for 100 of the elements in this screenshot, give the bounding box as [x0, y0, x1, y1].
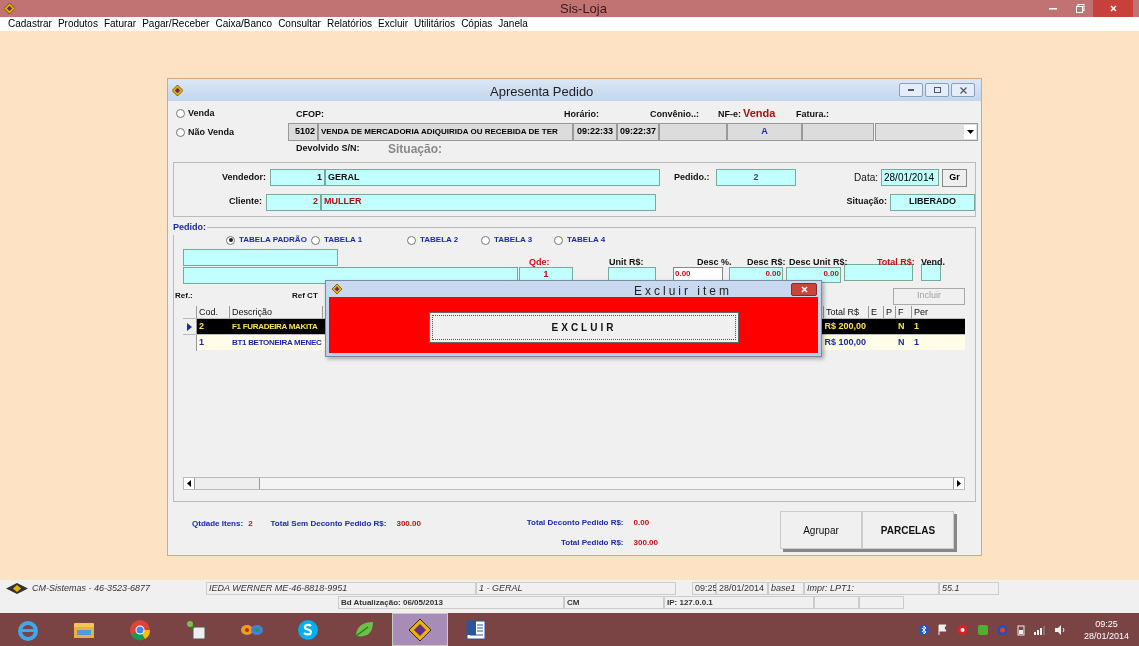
menu-item[interactable]: Utilitários — [414, 17, 456, 31]
window-title: Apresenta Pedido — [490, 83, 594, 101]
date-field[interactable]: 28/01/2014 — [881, 169, 939, 186]
menu-item[interactable]: Janela — [498, 17, 528, 31]
field-label: Cliente: — [228, 195, 264, 209]
dialog-title: Excluir item — [634, 283, 732, 300]
time-field[interactable]: 09:22:37 — [617, 123, 659, 141]
invoice-field[interactable] — [802, 123, 874, 141]
close-icon — [959, 86, 967, 94]
left-arrow-icon — [187, 480, 191, 487]
scroll-left-button[interactable] — [184, 478, 195, 489]
menu-item[interactable]: Pagar/Receber — [142, 17, 210, 31]
status-field[interactable]: LIBERADO — [890, 193, 975, 211]
row-pointer-icon — [187, 322, 192, 331]
field-label: Pedido.: — [674, 170, 711, 184]
code-field[interactable]: 1 — [270, 169, 325, 186]
summary-value: 300.00 — [396, 518, 421, 530]
signal-icon[interactable] — [1033, 624, 1046, 635]
installments-button[interactable]: PARCELAS — [862, 511, 954, 549]
radio-button[interactable] — [407, 235, 416, 245]
table-cell-text: R$ 100,00 — [823, 335, 867, 349]
radio-button[interactable] — [176, 127, 185, 137]
flag-icon[interactable] — [937, 623, 948, 636]
window-title: Sis-Loja — [560, 0, 607, 17]
radio-label: TABELA PADRÃO — [239, 234, 307, 246]
scroll-right-button[interactable] — [953, 478, 964, 489]
menu-item[interactable]: Cadastrar — [8, 17, 52, 31]
dropdown-field[interactable] — [875, 123, 978, 141]
menu-item[interactable]: Consultar — [278, 17, 321, 31]
maximize-button[interactable] — [925, 83, 949, 97]
radio-label: Venda — [188, 107, 215, 120]
group-label: Pedido: — [172, 221, 207, 235]
status-text: 28/01/2014 — [716, 582, 768, 595]
summary-value: 300.00 — [633, 537, 658, 549]
group-button[interactable]: Agrupar — [780, 511, 862, 549]
nfe-field[interactable]: A — [727, 123, 802, 141]
restore-button[interactable] — [1075, 4, 1085, 13]
volume-icon[interactable] — [1054, 624, 1067, 635]
field-label: Qde: — [529, 256, 550, 269]
unit-discount-field[interactable]: 0.00 — [786, 267, 841, 283]
gr-button[interactable]: Gr — [942, 168, 967, 187]
table-cell: BT1 BETONEIRA MENEC — [232, 336, 322, 349]
battery-icon[interactable] — [1016, 623, 1025, 636]
radio-button[interactable] — [176, 109, 185, 119]
name-field[interactable]: GERAL — [325, 169, 660, 186]
table-cell-text: 2 — [198, 319, 205, 333]
minimize-button[interactable] — [899, 83, 923, 97]
status-text: CM — [564, 596, 664, 609]
reference-field[interactable] — [183, 249, 338, 266]
status-label: Situação: — [388, 141, 442, 158]
radio-label: TABELA 3 — [494, 234, 533, 246]
close-button[interactable] — [951, 83, 975, 97]
app-logo-icon — [332, 284, 342, 294]
scrollbar-thumb[interactable] — [195, 478, 260, 489]
delete-button[interactable]: EXCLUIR — [429, 312, 739, 343]
status-text: Impr: LPT1: — [804, 582, 939, 595]
field-label: Vend. — [921, 256, 945, 269]
clock-date[interactable]: 28/01/2014 — [1083, 629, 1129, 642]
seller-field[interactable] — [921, 264, 941, 281]
minimize-button[interactable] — [1049, 7, 1057, 10]
radio-label: TABELA 4 — [567, 234, 606, 246]
table-cell-text: N — [897, 335, 906, 349]
clock-time[interactable]: 09:25 — [1095, 617, 1118, 630]
field-label: Convênio..: — [650, 107, 700, 121]
bluetooth-icon[interactable] — [918, 623, 929, 636]
radio-label: TABELA 1 — [324, 234, 363, 246]
summary-label: Qtdade Itens: — [192, 518, 244, 530]
total-field[interactable] — [844, 264, 913, 281]
app-logo-icon[interactable] — [392, 613, 448, 646]
radio-button[interactable] — [311, 235, 320, 245]
menu-item[interactable]: Faturar — [103, 17, 137, 31]
agreement-field[interactable] — [659, 123, 727, 141]
field-label: Data: — [853, 171, 879, 185]
field-label: Situação: — [845, 195, 888, 209]
close-button[interactable] — [791, 282, 817, 296]
status-text: IP: 127.0.0.1 — [664, 596, 814, 609]
horizontal-scrollbar[interactable] — [183, 477, 965, 490]
menu-item[interactable]: Cópias — [461, 17, 493, 31]
code-field[interactable]: 2 — [266, 193, 322, 211]
menu-item[interactable]: Caixa/Banco — [215, 17, 273, 31]
name-field[interactable]: MULLER — [321, 193, 657, 211]
summary-label: Total Sem Deconto Pedido R$: — [270, 518, 387, 530]
radio-button[interactable] — [226, 235, 235, 245]
cfop-code-field[interactable]: 5102 — [288, 123, 318, 141]
status-text: 55.1 — [939, 582, 999, 595]
menu-item[interactable]: Produtos — [57, 17, 98, 31]
status-cell — [814, 596, 859, 609]
order-number-field[interactable]: 2 — [716, 169, 796, 186]
field-label: Vendedor: — [221, 170, 267, 184]
radio-button[interactable] — [554, 235, 563, 245]
menu-item[interactable]: Excluir — [378, 17, 408, 31]
cfop-description-field[interactable]: VENDA DE MERCADORIA ADIQUIRIDA OU RECEBIDA DE TER — [318, 123, 573, 141]
radio-button[interactable] — [481, 235, 490, 245]
menu-item[interactable]: Relatórios — [326, 17, 372, 31]
time-field[interactable]: 09:22:33 — [573, 123, 617, 141]
maximize-icon — [933, 87, 941, 93]
app-logo-icon — [4, 3, 15, 14]
field-label: CFOP: — [295, 107, 325, 121]
field-label: Ref CT — [292, 290, 318, 302]
radio-label: TABELA 2 — [420, 234, 459, 246]
